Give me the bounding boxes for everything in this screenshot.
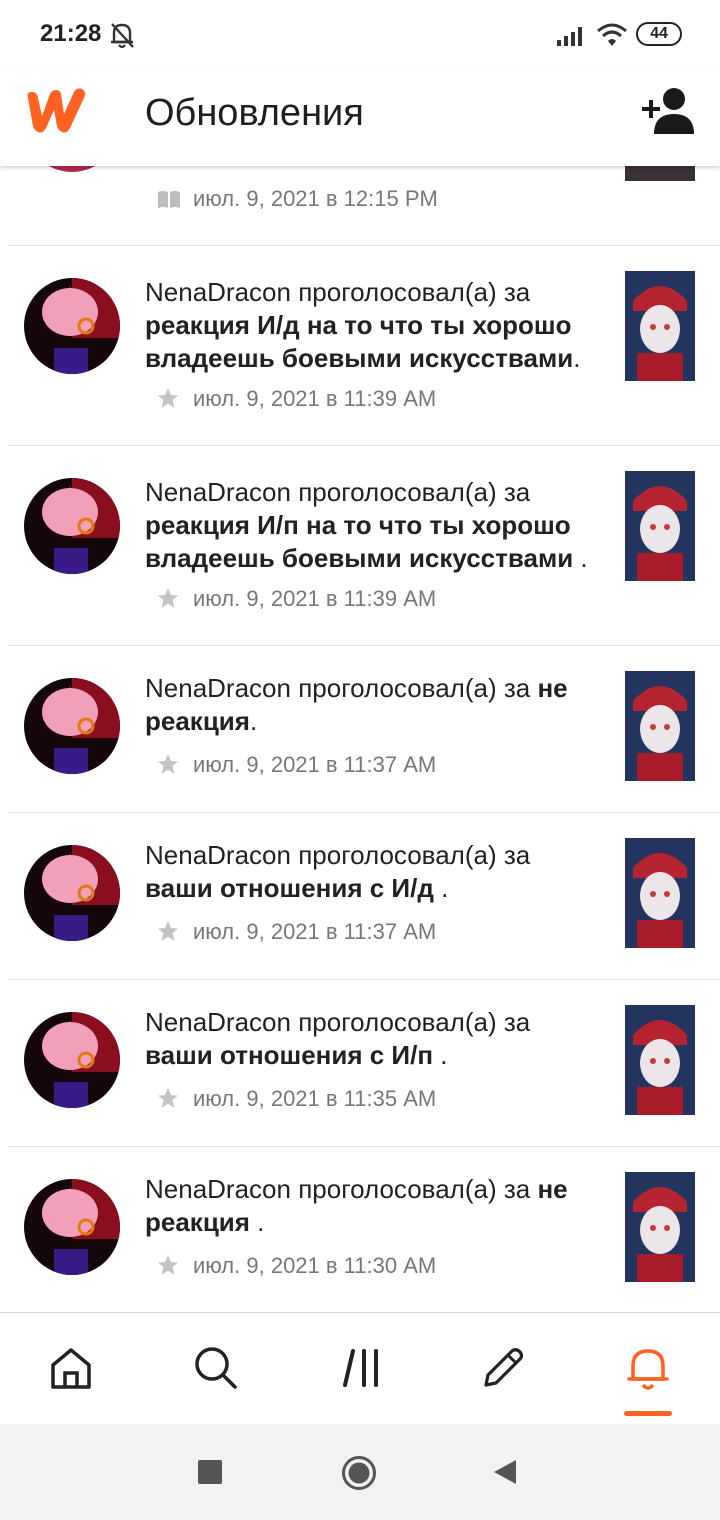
story-title[interactable]: ваши отношения с И/д: [145, 873, 434, 903]
username[interactable]: NenaDracon: [145, 1174, 291, 1204]
status-time: 21:28: [40, 20, 102, 47]
tail-text: .: [249, 706, 258, 736]
item-timestamp: июл. 9, 2021 в 11:30 AM: [193, 1253, 437, 1278]
story-cover[interactable]: [625, 1172, 695, 1282]
tail-text: .: [573, 543, 588, 573]
notification-text: NenaDracon проголосовал(а) за реакция И/…: [145, 476, 605, 575]
action-text: проголосовал(а) за: [290, 1007, 531, 1037]
page-title: Обновления: [145, 92, 364, 134]
username[interactable]: NenaDracon: [145, 840, 291, 870]
bottom-navigation: [0, 1312, 720, 1425]
signal-icon: [557, 27, 582, 46]
item-meta: июл. 9, 2021 в 11:35 AM: [157, 1086, 436, 1112]
add-user-icon[interactable]: [638, 86, 698, 136]
item-meta: июл. 9, 2021 в 11:37 AM: [157, 919, 436, 945]
story-cover[interactable]: [625, 671, 695, 781]
story-cover[interactable]: [625, 471, 695, 581]
notification-text: NenaDracon проголосовал(а) за не реакция…: [145, 672, 605, 738]
username[interactable]: NenaDracon: [145, 1007, 291, 1037]
avatar[interactable]: [24, 478, 120, 574]
list-item[interactable]: NenaDracon проголосовал(а) за реакция И/…: [0, 246, 720, 446]
avatar[interactable]: [24, 1012, 120, 1108]
notification-text: NenaDracon проголосовал(а) за не реакция…: [145, 1173, 605, 1239]
story-title[interactable]: реакция И/п на то что ты хорошо владеешь…: [145, 510, 573, 573]
story-cover[interactable]: [625, 838, 695, 948]
username[interactable]: NenaDracon: [145, 277, 291, 307]
list-item[interactable]: июл. 9, 2021 в 12:15 PM: [0, 166, 720, 246]
star-icon: [158, 588, 178, 608]
item-meta: июл. 9, 2021 в 12:15 PM: [157, 186, 438, 212]
action-text: проголосовал(а) за: [290, 673, 538, 703]
back-button[interactable]: [492, 1458, 518, 1486]
wifi-icon: [597, 23, 627, 46]
notification-text: NenaDracon проголосовал(а) за ваши отнош…: [145, 839, 605, 905]
avatar[interactable]: [24, 1179, 120, 1275]
list-item[interactable]: NenaDracon проголосовал(а) за ваши отнош…: [0, 813, 720, 980]
list-item[interactable]: NenaDracon проголосовал(а) за не реакция…: [0, 646, 720, 813]
avatar[interactable]: [24, 166, 120, 172]
story-cover[interactable]: [625, 1005, 695, 1115]
username[interactable]: NenaDracon: [145, 673, 291, 703]
action-text: проголосовал(а) за: [290, 1174, 538, 1204]
story-title[interactable]: ваши отношения с И/п: [145, 1040, 433, 1070]
avatar[interactable]: [24, 678, 120, 774]
app-header: Обновления: [0, 70, 720, 166]
item-timestamp: июл. 9, 2021 в 11:39 AM: [193, 586, 437, 611]
system-navigation: [0, 1424, 720, 1520]
item-timestamp: июл. 9, 2021 в 11:39 AM: [193, 386, 437, 411]
star-icon: [158, 1088, 178, 1108]
item-meta: июл. 9, 2021 в 11:30 AM: [157, 1253, 436, 1279]
item-meta: июл. 9, 2021 в 11:39 AM: [157, 386, 436, 412]
story-cover[interactable]: [625, 271, 695, 381]
book-icon: [158, 191, 180, 208]
item-timestamp: июл. 9, 2021 в 11:37 AM: [193, 752, 437, 777]
tail-text: .: [573, 343, 581, 373]
home-button[interactable]: [341, 1455, 377, 1491]
search-icon[interactable]: [190, 1343, 240, 1393]
notification-text: NenaDracon проголосовал(а) за ваши отнош…: [145, 1006, 605, 1072]
list-item[interactable]: NenaDracon проголосовал(а) за не реакция…: [0, 1147, 720, 1312]
recents-button[interactable]: [198, 1460, 222, 1484]
star-icon: [158, 1255, 178, 1275]
item-timestamp: июл. 9, 2021 в 11:37 AM: [193, 919, 437, 944]
write-icon[interactable]: [478, 1343, 528, 1393]
battery-indicator: 44: [636, 22, 682, 46]
item-meta: июл. 9, 2021 в 11:39 AM: [157, 586, 436, 612]
story-title[interactable]: реакция И/д на то что ты хорошо владеешь…: [145, 310, 573, 373]
action-text: проголосовал(а) за: [290, 840, 531, 870]
list-item[interactable]: NenaDracon проголосовал(а) за реакция И/…: [0, 446, 720, 646]
bell-off-icon: [111, 23, 134, 49]
star-icon: [158, 754, 178, 774]
star-icon: [158, 921, 178, 941]
story-cover[interactable]: [625, 166, 695, 181]
item-timestamp: июл. 9, 2021 в 12:15 PM: [193, 186, 438, 211]
username[interactable]: NenaDracon: [145, 477, 291, 507]
avatar[interactable]: [24, 278, 120, 374]
action-text: проголосовал(а) за: [290, 277, 531, 307]
wattpad-logo[interactable]: [22, 84, 90, 136]
library-icon[interactable]: [336, 1343, 386, 1393]
active-tab-indicator: [624, 1411, 672, 1416]
tail-text: .: [433, 1040, 448, 1070]
tail-text: .: [433, 873, 449, 903]
tail-text: .: [249, 1207, 265, 1237]
notifications-feed[interactable]: июл. 9, 2021 в 12:15 PM NenaDracon прого…: [0, 166, 720, 1312]
action-text: проголосовал(а) за: [290, 477, 531, 507]
home-icon[interactable]: [46, 1343, 96, 1393]
star-icon: [158, 388, 178, 408]
avatar[interactable]: [24, 845, 120, 941]
item-meta: июл. 9, 2021 в 11:37 AM: [157, 752, 436, 778]
notification-text: NenaDracon проголосовал(а) за реакция И/…: [145, 276, 605, 375]
list-item[interactable]: NenaDracon проголосовал(а) за ваши отнош…: [0, 980, 720, 1147]
notifications-icon[interactable]: [623, 1343, 673, 1393]
status-bar: 21:28 44: [0, 0, 720, 70]
item-timestamp: июл. 9, 2021 в 11:35 AM: [193, 1086, 437, 1111]
